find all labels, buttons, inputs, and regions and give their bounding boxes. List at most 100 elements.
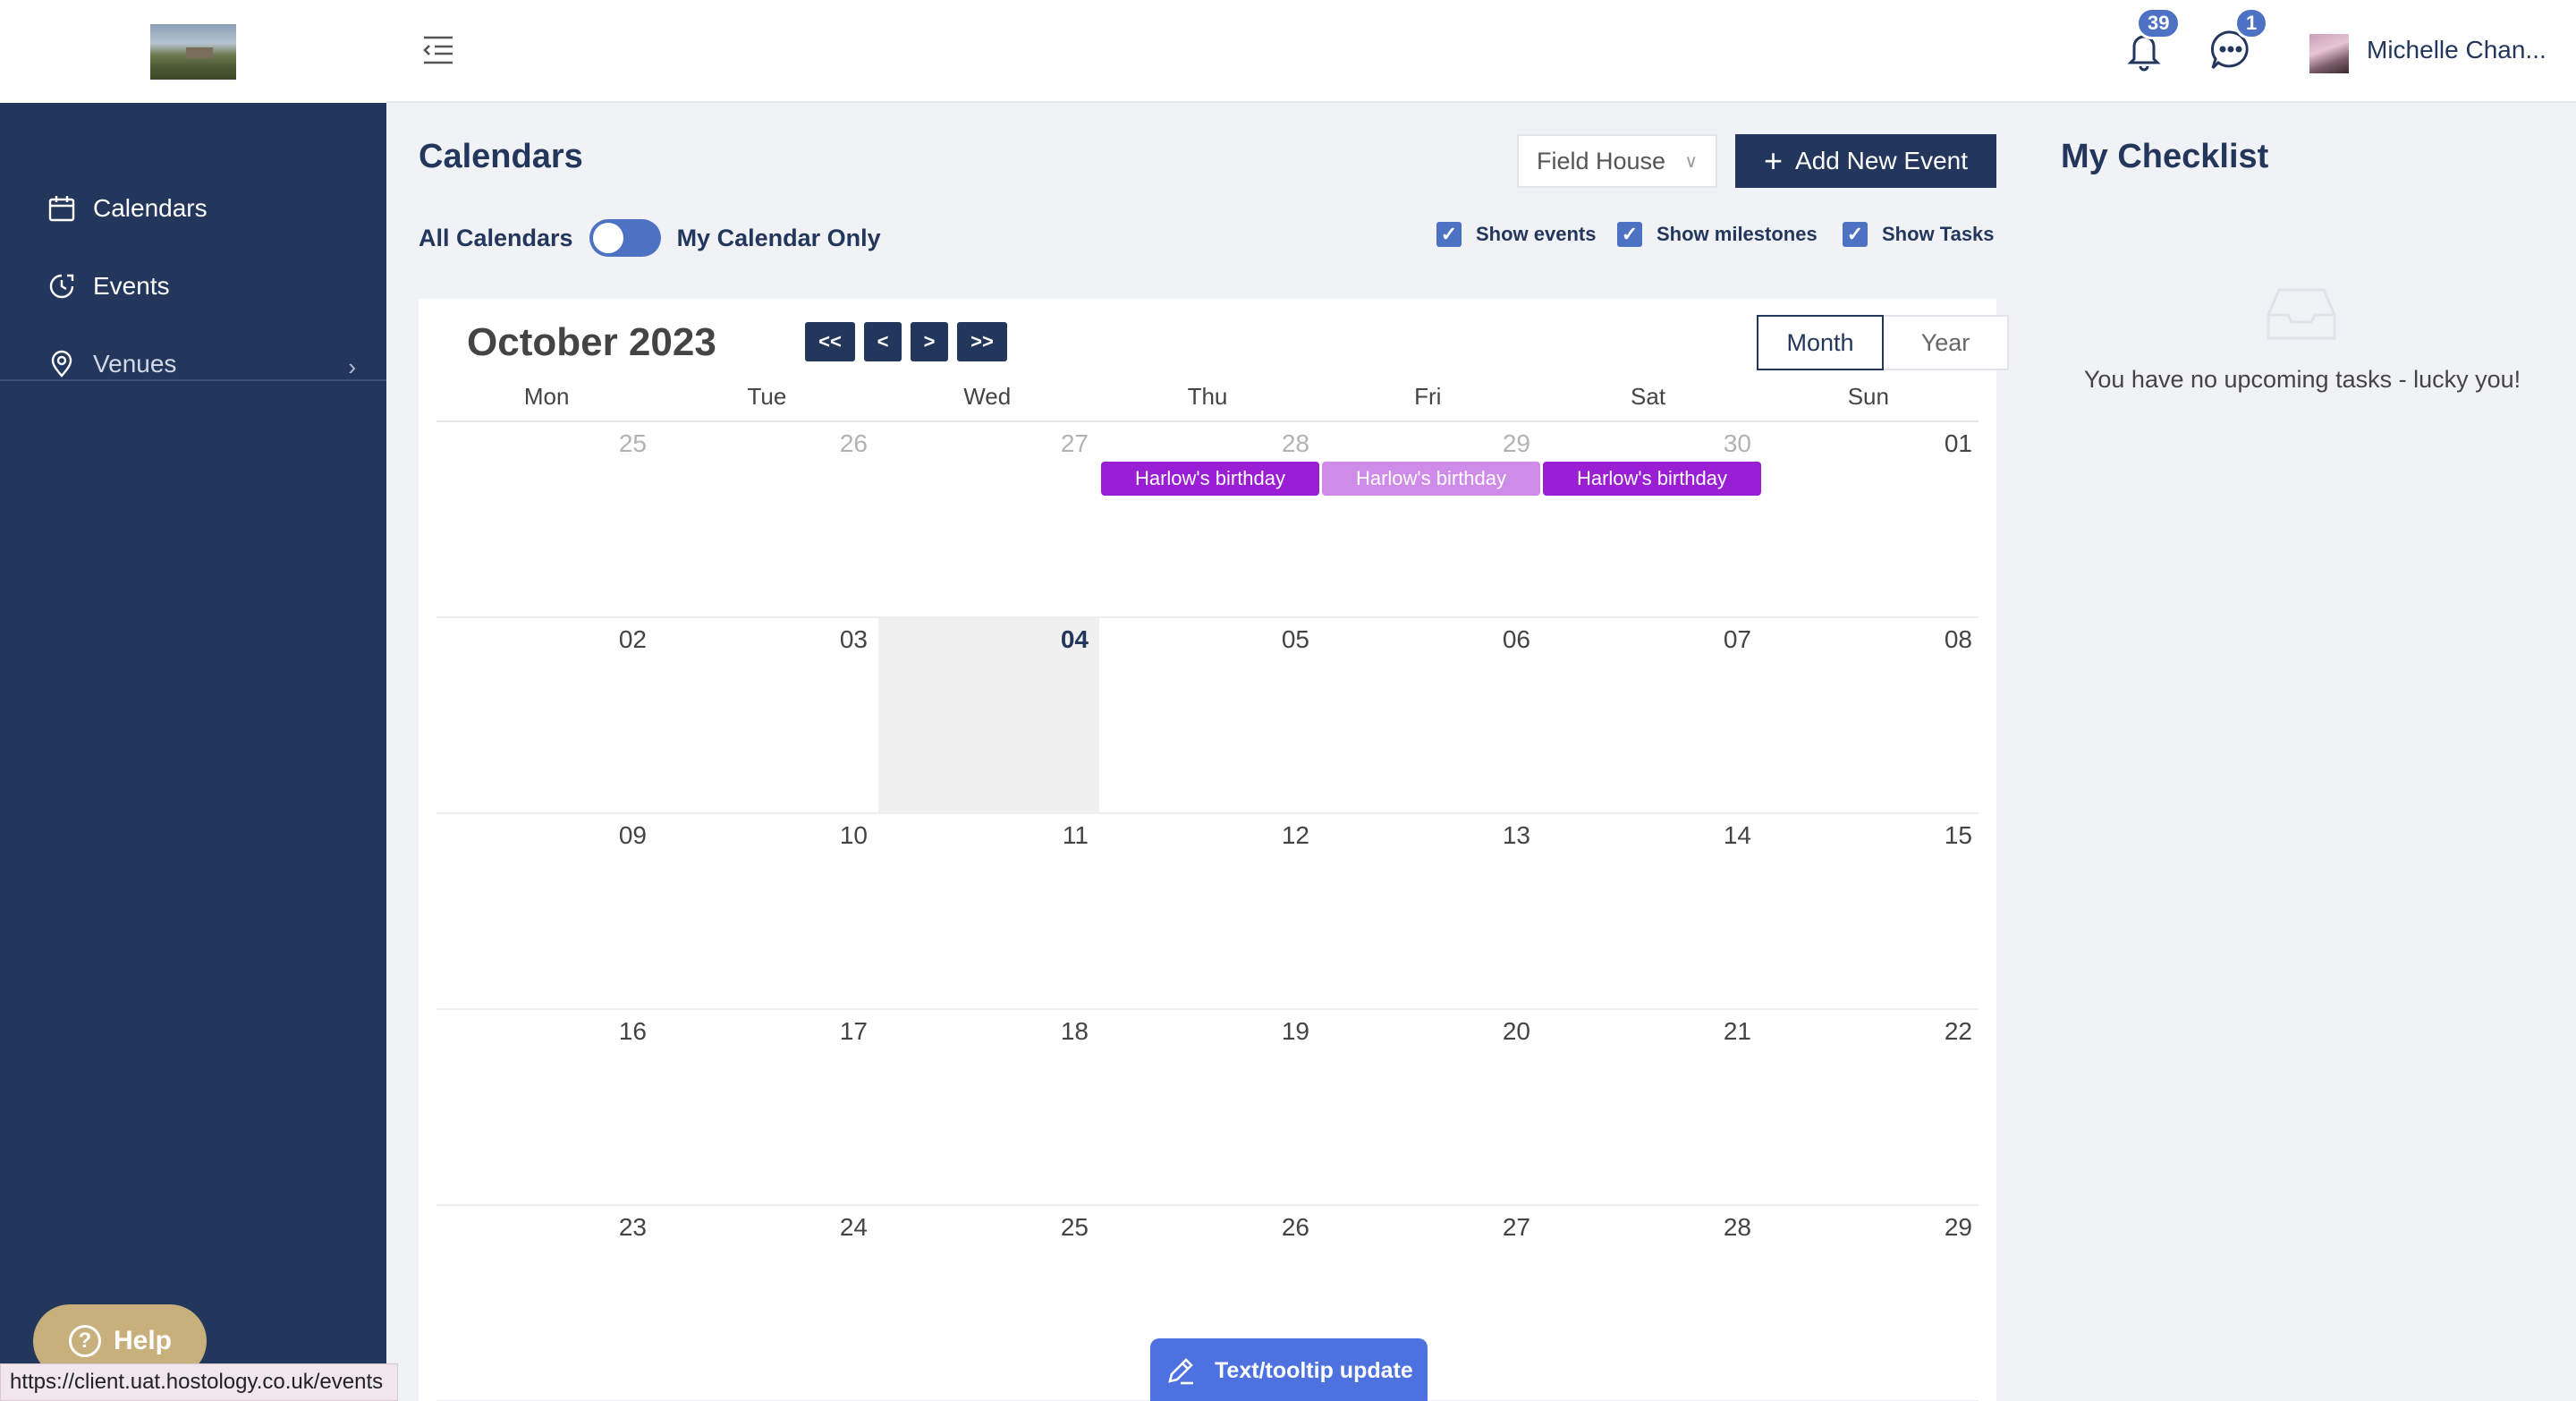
day-number: 10 bbox=[839, 821, 868, 849]
event-chip[interactable]: Harlow's birthday bbox=[1322, 462, 1540, 496]
show-tasks-label: Show Tasks bbox=[1882, 223, 1995, 245]
calendar-day-cell[interactable]: 28 bbox=[1099, 422, 1320, 616]
add-new-event-button[interactable]: + Add New Event bbox=[1735, 134, 1996, 188]
show-events-label: Show events bbox=[1476, 223, 1597, 245]
sidebar-item-calendars[interactable]: Calendars bbox=[0, 173, 386, 244]
calendar-week-row: 02 03 04 05 06 07 08 bbox=[436, 618, 1979, 814]
event-chip[interactable]: Harlow's birthday bbox=[1543, 462, 1761, 496]
day-number: 13 bbox=[1502, 821, 1530, 849]
pencil-icon bbox=[1165, 1354, 1197, 1387]
day-number: 28 bbox=[1281, 429, 1309, 457]
chevron-down-icon: ∨ bbox=[1684, 152, 1698, 172]
venue-logo[interactable] bbox=[150, 23, 236, 80]
help-label: Help bbox=[114, 1326, 173, 1355]
location-pin-icon bbox=[47, 349, 77, 379]
messages-chat-icon[interactable]: 1 bbox=[2207, 7, 2269, 73]
day-number: 01 bbox=[1944, 429, 1972, 457]
venue-select[interactable]: Field House ∨ bbox=[1517, 134, 1717, 188]
calendar-day-cell[interactable]: 27 bbox=[878, 422, 1099, 616]
calendar-week-row: 25 26 27 28 29 30 01 Harlow's birthday Harlow's … bbox=[436, 422, 1979, 618]
day-number: 15 bbox=[1944, 821, 1972, 849]
calendar-day-cell[interactable]: 04 bbox=[878, 618, 1099, 812]
chevron-right-icon: › bbox=[348, 353, 356, 380]
tooltip-update-label: Text/tooltip update bbox=[1215, 1357, 1413, 1383]
show-events-checkbox[interactable]: ✓ Show events bbox=[1436, 220, 1596, 249]
event-chip[interactable]: Harlow's birthday bbox=[1101, 462, 1319, 496]
calendar-day-cell[interactable]: 17 bbox=[657, 1010, 878, 1204]
calendar-day-cell[interactable]: 12 bbox=[1099, 814, 1320, 1008]
calendar-day-cell[interactable]: 23 bbox=[436, 1206, 657, 1400]
calendar-day-cell[interactable]: 29 bbox=[1762, 1206, 1983, 1400]
calendar-day-cell[interactable]: 22 bbox=[1762, 1010, 1983, 1204]
next-month-button[interactable]: > bbox=[911, 322, 948, 361]
calendar-day-cell[interactable]: 03 bbox=[657, 618, 878, 812]
add-new-event-label: Add New Event bbox=[1795, 147, 1969, 174]
weekday-label: Tue bbox=[747, 383, 787, 410]
checkmark-icon: ✓ bbox=[1843, 222, 1868, 247]
avatar[interactable] bbox=[2309, 34, 2349, 73]
collapse-menu-icon[interactable] bbox=[420, 34, 456, 66]
calendar-icon bbox=[47, 193, 77, 224]
calendar-day-cell[interactable]: 08 bbox=[1762, 618, 1983, 812]
day-number: 16 bbox=[618, 1017, 647, 1045]
sidebar-item-venues[interactable]: Venues › bbox=[0, 328, 386, 400]
weekday-label: Thu bbox=[1187, 383, 1228, 410]
view-toggle: Month Year bbox=[1757, 315, 2009, 370]
calendar-day-cell[interactable]: 06 bbox=[1320, 618, 1541, 812]
calendar-day-cell[interactable]: 26 bbox=[657, 422, 878, 616]
day-number: 25 bbox=[618, 429, 647, 457]
calendar-scope-toggle: All Calendars My Calendar Only bbox=[419, 218, 881, 258]
day-number: 27 bbox=[1502, 1213, 1530, 1241]
weekday-label: Mon bbox=[523, 383, 570, 410]
day-number: 19 bbox=[1281, 1017, 1309, 1045]
calendar-day-cell[interactable]: 02 bbox=[436, 618, 657, 812]
day-number: 25 bbox=[1060, 1213, 1089, 1241]
calendar-week-row: 09 10 11 12 13 14 15 bbox=[436, 814, 1979, 1010]
calendar-day-cell[interactable]: 18 bbox=[878, 1010, 1099, 1204]
day-number: 21 bbox=[1723, 1017, 1751, 1045]
calendar-day-cell[interactable]: 29 bbox=[1320, 422, 1541, 616]
day-number: 24 bbox=[839, 1213, 868, 1241]
sidebar-item-events[interactable]: Events bbox=[0, 250, 386, 322]
calendar-day-cell[interactable]: 14 bbox=[1541, 814, 1762, 1008]
calendar-day-cell[interactable]: 01 bbox=[1762, 422, 1983, 616]
day-number: 08 bbox=[1944, 625, 1972, 653]
toggle-label-mine: My Calendar Only bbox=[676, 224, 881, 251]
prev-month-button[interactable]: < bbox=[864, 322, 902, 361]
calendar-day-cell[interactable]: 05 bbox=[1099, 618, 1320, 812]
calendar-week-row: 16 17 18 19 20 21 22 bbox=[436, 1010, 1979, 1206]
user-name[interactable]: Michelle Chan... bbox=[2367, 36, 2546, 64]
day-number: 02 bbox=[618, 625, 647, 653]
month-view-button[interactable]: Month bbox=[1757, 315, 1884, 370]
show-tasks-checkbox[interactable]: ✓ Show Tasks bbox=[1843, 220, 1995, 249]
day-number: 04 bbox=[1060, 625, 1089, 653]
calendar-day-cell[interactable]: 30 bbox=[1541, 422, 1762, 616]
calendar-day-cell[interactable]: 21 bbox=[1541, 1010, 1762, 1204]
calendar-day-cell[interactable]: 24 bbox=[657, 1206, 878, 1400]
calendar-day-cell[interactable]: 13 bbox=[1320, 814, 1541, 1008]
last-page-button[interactable]: >> bbox=[957, 322, 1007, 361]
calendar-day-cell[interactable]: 20 bbox=[1320, 1010, 1541, 1204]
calendar-day-cell[interactable]: 25 bbox=[878, 1206, 1099, 1400]
day-number: 14 bbox=[1723, 821, 1751, 849]
notifications-badge: 39 bbox=[2136, 7, 2182, 39]
calendar-day-cell[interactable]: 25 bbox=[436, 422, 657, 616]
toggle-label-all: All Calendars bbox=[419, 224, 573, 251]
show-milestones-checkbox[interactable]: ✓ Show milestones bbox=[1617, 220, 1818, 249]
sidebar: Calendars Events Venues › bbox=[0, 103, 386, 1401]
first-page-button[interactable]: << bbox=[805, 322, 855, 361]
topbar: 39 1 Michelle Chan... bbox=[386, 0, 2576, 103]
notifications-bell-icon[interactable]: 39 bbox=[2122, 7, 2182, 72]
checklist-title: My Checklist bbox=[2061, 138, 2269, 175]
calendar-day-cell[interactable]: 11 bbox=[878, 814, 1099, 1008]
calendar-day-cell[interactable]: 16 bbox=[436, 1010, 657, 1204]
calendar-day-cell[interactable]: 28 bbox=[1541, 1206, 1762, 1400]
calendar-scope-switch[interactable] bbox=[589, 219, 661, 257]
calendar-day-cell[interactable]: 09 bbox=[436, 814, 657, 1008]
calendar-day-cell[interactable]: 19 bbox=[1099, 1010, 1320, 1204]
calendar-day-cell[interactable]: 07 bbox=[1541, 618, 1762, 812]
text-tooltip-update-button[interactable]: Text/tooltip update bbox=[1150, 1338, 1428, 1401]
year-view-button[interactable]: Year bbox=[1884, 317, 2007, 369]
calendar-day-cell[interactable]: 10 bbox=[657, 814, 878, 1008]
calendar-day-cell[interactable]: 15 bbox=[1762, 814, 1983, 1008]
